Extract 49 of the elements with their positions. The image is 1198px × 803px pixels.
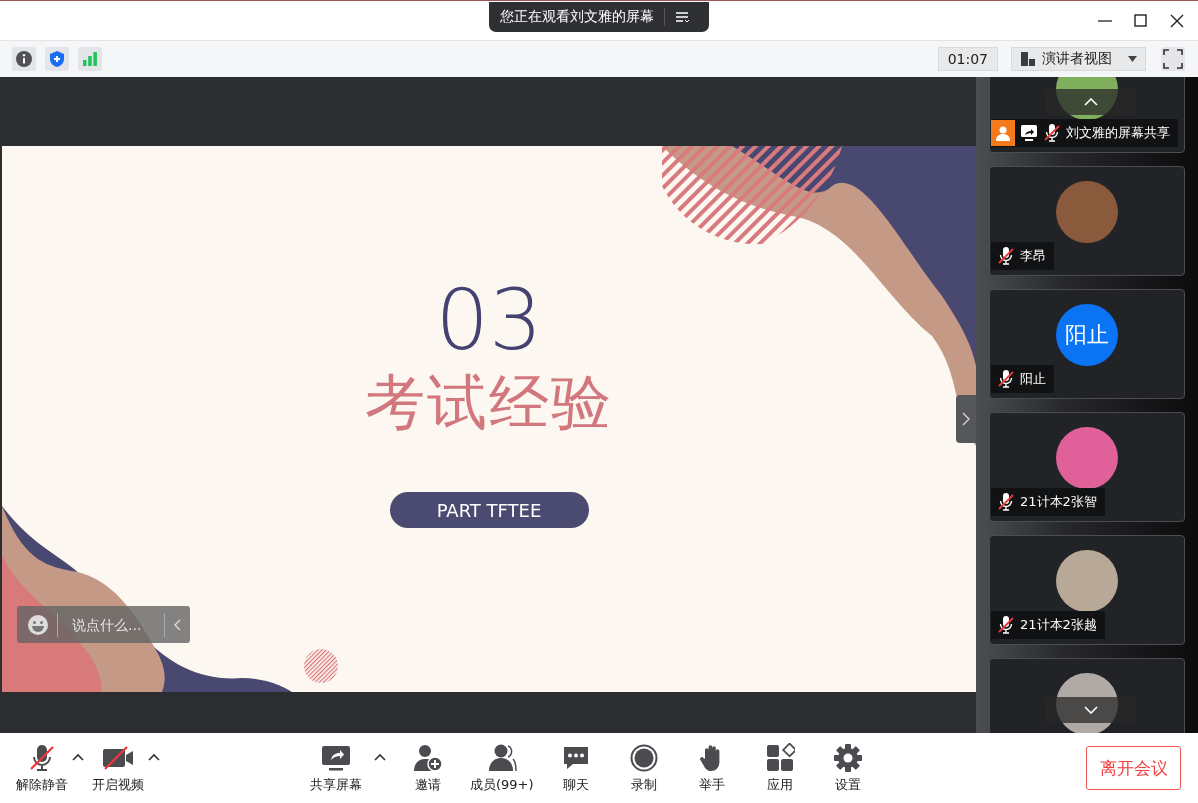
info-icon[interactable] <box>12 47 36 71</box>
panel-toggle-handle[interactable] <box>956 395 976 443</box>
section-number: 03 <box>435 274 543 366</box>
chat-button[interactable]: 聊天 <box>545 742 606 794</box>
participant-tile[interactable]: 21计本2张越 <box>989 535 1185 645</box>
members-button[interactable]: 成员(99+) <box>466 742 538 794</box>
chevron-right-icon <box>962 412 970 426</box>
participant-tile[interactable]: 21计本2张智 <box>989 412 1185 522</box>
leave-meeting-button[interactable]: 离开会议 <box>1086 746 1181 790</box>
fullscreen-icon[interactable] <box>1161 47 1185 71</box>
record-button[interactable]: 录制 <box>613 742 674 794</box>
chevron-up-icon <box>1084 98 1098 106</box>
participant-name: 21计本2张越 <box>1020 616 1097 634</box>
chevron-down-icon <box>1084 706 1098 714</box>
participant-tile[interactable]: 李昂 <box>989 166 1185 276</box>
security-shield-icon[interactable] <box>45 47 69 71</box>
avatar-circle: 阳止 <box>1056 304 1118 366</box>
layout-icon <box>1020 51 1036 67</box>
caret-down-icon <box>1128 56 1137 62</box>
menu-icon[interactable] <box>675 11 689 23</box>
collapse-chevron-icon[interactable] <box>173 618 181 631</box>
participant-name: 刘文雅的屏幕共享 <box>1066 124 1170 142</box>
maximize-button[interactable] <box>1134 13 1148 28</box>
invite-button[interactable]: 邀请 <box>398 742 458 794</box>
settings-button[interactable]: 设置 <box>817 742 878 794</box>
hand-button[interactable]: 举手 <box>681 742 742 794</box>
emoji-icon[interactable] <box>27 613 49 636</box>
section-title: 考试经验 <box>365 366 613 438</box>
close-button[interactable] <box>1170 13 1184 28</box>
meeting-timer: 01:07 <box>937 47 998 71</box>
invite-person-icon <box>412 742 444 773</box>
participant-name: 李昂 <box>1020 247 1046 265</box>
camera-button[interactable]: 开启视频 <box>88 742 148 794</box>
participant-name: 阳止 <box>1020 370 1046 388</box>
apps-grid-icon <box>764 742 795 773</box>
share-button[interactable]: 共享屏幕 <box>306 742 366 794</box>
participant-name: 21计本2张智 <box>1020 493 1097 511</box>
settings-icon <box>832 742 863 773</box>
view-mode-dropdown[interactable]: 演讲者视图 <box>1011 47 1146 71</box>
caret-icon[interactable] <box>72 752 84 761</box>
section-subtitle: PART TFTEE <box>389 492 589 528</box>
caret-icon[interactable] <box>148 752 160 761</box>
caret-icon[interactable] <box>374 752 386 761</box>
apps-button[interactable]: 应用 <box>749 742 810 794</box>
banner-text: 您正在观看刘文雅的屏幕 <box>500 8 654 26</box>
record-icon <box>628 742 659 773</box>
participant-tile[interactable]: 阳止 阳止 <box>989 289 1185 399</box>
chat-input-field[interactable]: 说点什么... <box>66 616 156 633</box>
mic-button[interactable]: 解除静音 <box>12 742 72 794</box>
